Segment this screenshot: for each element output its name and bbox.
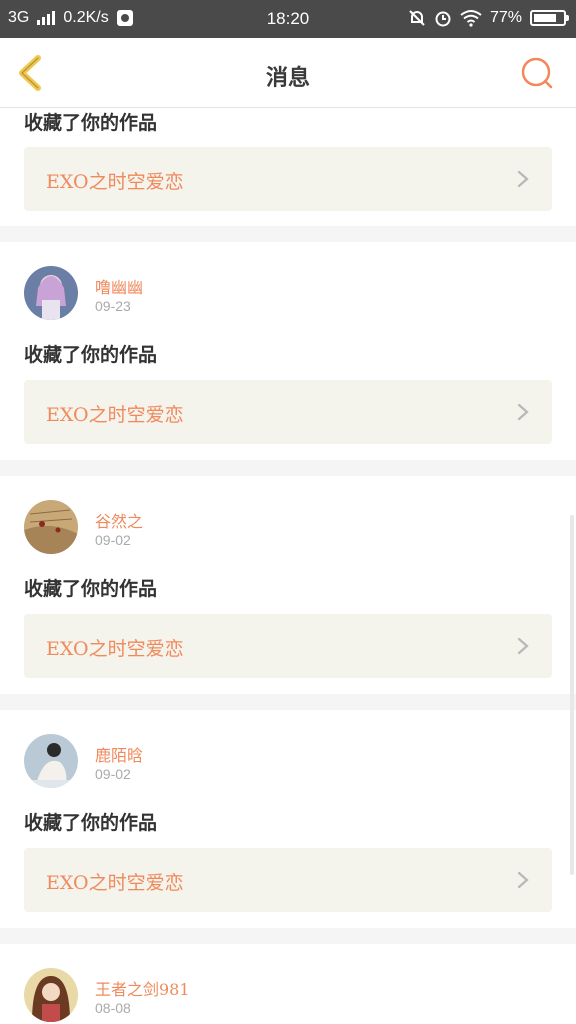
status-bar: 3G 0.2K/s 18:20 77% bbox=[0, 0, 576, 38]
avatar[interactable] bbox=[24, 734, 78, 788]
battery-percent: 77% bbox=[489, 9, 522, 26]
search-icon[interactable] bbox=[520, 56, 554, 90]
work-link[interactable]: EXO之时空爱恋 bbox=[24, 380, 552, 444]
work-link[interactable]: EXO之时空爱恋 bbox=[24, 614, 552, 678]
work-link[interactable]: EXO之时空爱恋 bbox=[24, 848, 552, 912]
divider bbox=[0, 928, 576, 944]
message-action-text: 收藏了你的作品 bbox=[24, 812, 158, 834]
divider bbox=[0, 694, 576, 710]
chevron-right-icon bbox=[517, 403, 529, 421]
message-date: 08-08 bbox=[95, 1000, 131, 1016]
page-title: 消息 bbox=[265, 65, 310, 91]
scrollbar[interactable] bbox=[570, 515, 574, 875]
battery-fill bbox=[534, 14, 556, 22]
message-action-text: 收藏了你的作品 bbox=[24, 112, 158, 134]
work-title: EXO之时空爱恋 bbox=[46, 171, 184, 193]
message-date: 09-23 bbox=[95, 298, 131, 314]
message-date: 09-02 bbox=[95, 532, 131, 548]
message-feed: 收藏了你的作品 EXO之时空爱恋 噜幽幽 09-23 收藏了你的作品 EXO之时… bbox=[0, 108, 576, 1024]
message-item: 噜幽幽 09-23 收藏了你的作品 EXO之时空爱恋 bbox=[0, 242, 576, 460]
username[interactable]: 噜幽幽 bbox=[95, 274, 143, 298]
avatar[interactable] bbox=[24, 266, 78, 320]
divider bbox=[0, 460, 576, 476]
message-action-text: 收藏了你的作品 bbox=[24, 578, 158, 600]
mute-bell-icon bbox=[409, 10, 425, 26]
work-link[interactable]: EXO之时空爱恋 bbox=[24, 147, 552, 211]
alarm-icon bbox=[435, 11, 451, 27]
work-title: EXO之时空爱恋 bbox=[46, 638, 184, 660]
battery-icon bbox=[530, 10, 569, 26]
chevron-right-icon bbox=[517, 637, 529, 655]
chevron-right-icon bbox=[517, 170, 529, 188]
message-item: 谷然之 09-02 收藏了你的作品 EXO之时空爱恋 bbox=[0, 476, 576, 694]
username[interactable]: 谷然之 bbox=[95, 508, 143, 532]
top-bar: 消息 bbox=[0, 38, 576, 108]
avatar[interactable] bbox=[24, 500, 78, 554]
message-item: 收藏了你的作品 EXO之时空爱恋 bbox=[0, 108, 576, 226]
chevron-right-icon bbox=[517, 871, 529, 889]
message-item: 鹿陌晗 09-02 收藏了你的作品 EXO之时空爱恋 bbox=[0, 710, 576, 928]
work-title: EXO之时空爱恋 bbox=[46, 404, 184, 426]
message-action-text: 收藏了你的作品 bbox=[24, 344, 158, 366]
divider bbox=[0, 226, 576, 242]
avatar[interactable] bbox=[24, 968, 78, 1022]
message-date: 09-02 bbox=[95, 766, 131, 782]
message-item: 王者之剑981 08-08 bbox=[0, 944, 576, 1024]
username[interactable]: 王者之剑981 bbox=[95, 976, 190, 1000]
username[interactable]: 鹿陌晗 bbox=[95, 742, 143, 766]
work-title: EXO之时空爱恋 bbox=[46, 872, 184, 894]
wifi-icon bbox=[460, 10, 482, 27]
